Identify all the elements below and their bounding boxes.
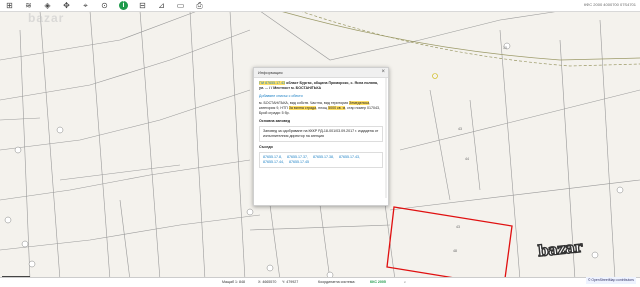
order-section-title: Основна заповед (259, 119, 291, 123)
print-icon[interactable]: ⎙ (190, 0, 209, 11)
order-text: Заповед за одобряване на КККР РД-18-001/… (259, 126, 383, 142)
info-dialog: Информация × ПИ 87655.17.43 област Бурга… (253, 67, 389, 206)
neighbor-link[interactable]: 87655.17.43, (339, 155, 360, 160)
parcel-label: 48 (453, 249, 457, 253)
desc-text: , площ (316, 106, 329, 110)
neighbor-link[interactable]: 87655.17.45 (289, 160, 309, 165)
parcel-label: 44 (465, 157, 469, 161)
area-icon[interactable]: ▭ (171, 0, 190, 11)
add-to-list-link[interactable]: Добавяне списък с обекти (259, 94, 383, 99)
info-icon: i (119, 1, 128, 10)
layers-icon[interactable]: ⊞ (0, 0, 19, 11)
parcel-id-line: ПИ 87655.17.43 област Бургас, община При… (259, 81, 383, 91)
dialog-scrollbar[interactable] (385, 78, 387, 198)
desc-text: м. БОСТАНЛЪКА, вид собств. Частна, вид т… (259, 101, 350, 105)
dialog-title: Информация (258, 70, 283, 75)
toolbar-right-info: КФС 2000 4000700 07S4701 (584, 2, 636, 7)
move-icon[interactable]: ✥ (57, 0, 76, 11)
ruler-icon[interactable]: ⊿ (152, 0, 171, 11)
desc-highlight: 5000 кв. м (328, 106, 346, 110)
neighbor-link[interactable]: 87655.17.44, (263, 160, 284, 165)
map-toolbar: ⊞ ≋ ◈ ✥ ⌖ ⊙ i ⊟ ⊿ ▭ ⎙ КФС 2000 4000700 0… (0, 0, 640, 12)
neighbor-link[interactable]: 87655.17.38, (313, 155, 334, 160)
pin-icon[interactable]: ⌖ (76, 0, 95, 11)
watermark-logo: bazar (28, 11, 65, 25)
neighbors-list: 87655.17.8, 87655.17.37, 87655.17.38, 87… (259, 152, 383, 168)
dialog-header: Информация × (254, 68, 388, 78)
target-icon[interactable]: ⊙ (95, 0, 114, 11)
parcel-label: 43 (456, 225, 460, 229)
parcel-description: м. БОСТАНЛЪКА, вид собств. Частна, вид т… (259, 101, 383, 116)
layers-stack-icon[interactable]: ≋ (19, 0, 38, 11)
parcel-label: 43 (458, 127, 462, 131)
neighbors-section-title: Съседи (259, 145, 273, 149)
stack-icon[interactable]: ◈ (38, 0, 57, 11)
grid-icon[interactable]: ⊟ (133, 0, 152, 11)
info-tool-button[interactable]: i (114, 0, 133, 11)
desc-highlight: Земеделска (349, 101, 370, 105)
close-icon[interactable]: × (381, 68, 385, 77)
parcel-label: 10 (503, 46, 507, 50)
osm-attribution[interactable]: © OpenStreetMap contributors (585, 277, 636, 284)
dialog-body: ПИ 87655.17.43 област Бургас, община При… (254, 78, 388, 171)
parcel-id-link[interactable]: ПИ 87655.17.43 (259, 81, 286, 85)
desc-highlight: За вилна сграда (288, 106, 317, 110)
